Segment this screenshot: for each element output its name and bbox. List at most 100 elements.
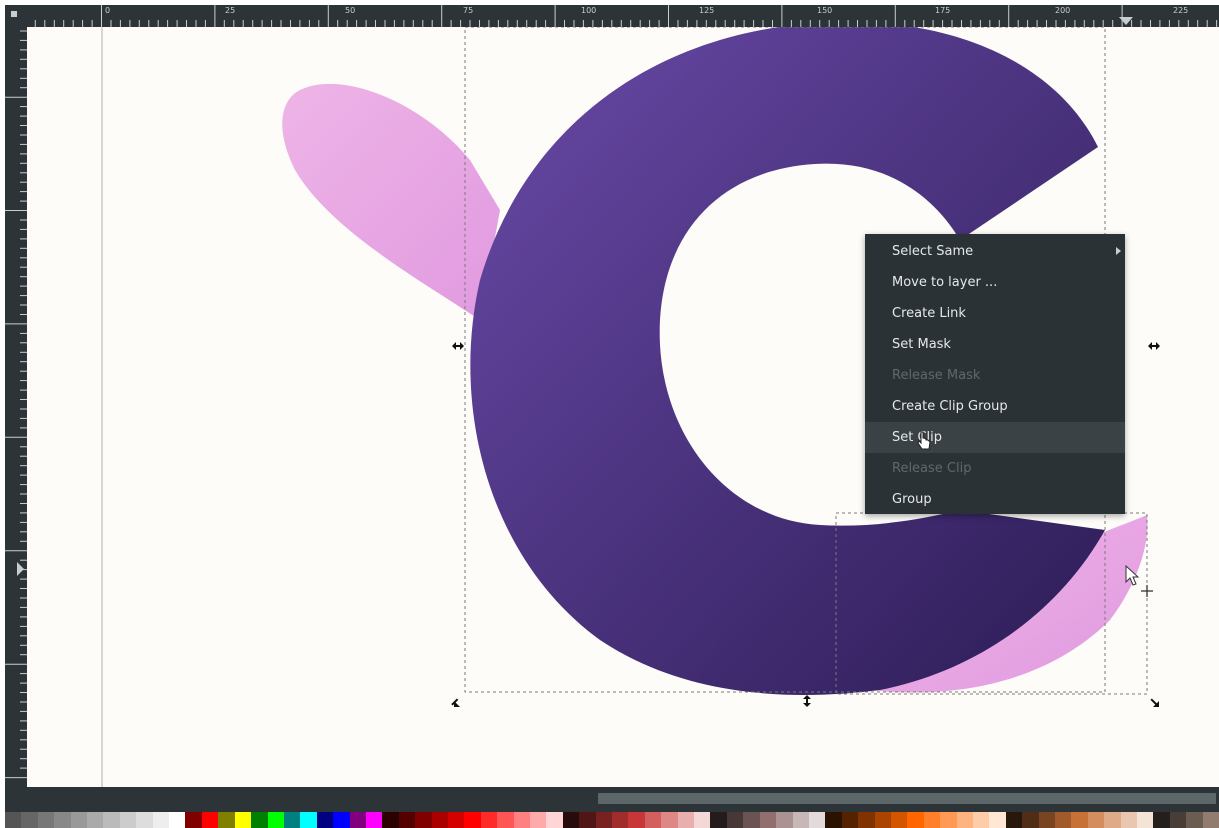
color-swatch[interactable] bbox=[661, 812, 678, 828]
color-swatch[interactable] bbox=[858, 812, 875, 828]
color-swatch[interactable] bbox=[218, 812, 235, 828]
color-swatch[interactable] bbox=[759, 812, 777, 828]
color-swatch[interactable] bbox=[169, 812, 186, 828]
color-swatch[interactable] bbox=[267, 812, 284, 828]
scale-arrow-icon[interactable] bbox=[1148, 342, 1160, 350]
color-swatch[interactable] bbox=[234, 812, 252, 828]
color-swatch[interactable] bbox=[694, 812, 711, 828]
color-swatch[interactable] bbox=[628, 812, 645, 828]
color-swatch[interactable] bbox=[1022, 812, 1039, 828]
color-swatch[interactable] bbox=[480, 812, 498, 828]
menu-item-group[interactable]: Group bbox=[865, 484, 1125, 515]
color-swatch[interactable] bbox=[316, 812, 334, 828]
color-swatch[interactable] bbox=[431, 812, 448, 828]
color-swatch[interactable] bbox=[152, 812, 170, 828]
context-menu[interactable]: Select Same Move to layer ... Create Lin… bbox=[865, 234, 1125, 514]
color-swatch[interactable] bbox=[1169, 812, 1187, 828]
color-swatch[interactable] bbox=[710, 812, 727, 828]
color-swatch[interactable] bbox=[349, 812, 366, 828]
horizontal-scrollbar[interactable] bbox=[598, 793, 1216, 804]
scale-arrow-icon[interactable] bbox=[1150, 698, 1159, 707]
color-palette[interactable] bbox=[5, 812, 1219, 828]
color-swatch[interactable] bbox=[447, 812, 465, 828]
color-swatch[interactable] bbox=[398, 812, 416, 828]
color-swatch[interactable] bbox=[300, 812, 317, 828]
color-swatch[interactable] bbox=[70, 812, 88, 828]
hand-cursor-icon bbox=[917, 431, 931, 450]
color-swatch[interactable] bbox=[956, 812, 973, 828]
color-swatch[interactable] bbox=[612, 812, 629, 828]
vertical-ruler[interactable] bbox=[5, 27, 27, 787]
color-swatch[interactable] bbox=[808, 812, 826, 828]
scale-arrow-icon[interactable] bbox=[803, 695, 811, 707]
color-swatch[interactable] bbox=[644, 812, 662, 828]
inkscape-window: 0 25 50 75 100 125 150 175 200 225 Selec… bbox=[0, 0, 1219, 828]
color-swatch[interactable] bbox=[333, 812, 350, 828]
color-swatch[interactable] bbox=[1055, 812, 1072, 828]
color-swatch[interactable] bbox=[497, 812, 514, 828]
color-swatch[interactable] bbox=[923, 812, 941, 828]
menu-item-set-mask[interactable]: Set Mask bbox=[865, 329, 1125, 360]
color-swatch[interactable] bbox=[907, 812, 924, 828]
color-swatch[interactable] bbox=[185, 812, 202, 828]
color-swatch[interactable] bbox=[1071, 812, 1088, 828]
ruler-corner[interactable] bbox=[5, 5, 27, 27]
pink-leaf-shape[interactable] bbox=[282, 83, 500, 320]
scale-arrow-icon[interactable] bbox=[451, 698, 460, 707]
color-swatch[interactable] bbox=[1005, 812, 1023, 828]
color-swatch[interactable] bbox=[579, 812, 596, 828]
color-swatch[interactable] bbox=[1087, 812, 1105, 828]
color-swatch[interactable] bbox=[513, 812, 530, 828]
color-swatch[interactable] bbox=[972, 812, 990, 828]
color-swatch[interactable] bbox=[1137, 812, 1154, 828]
menu-item-move-to-layer[interactable]: Move to layer ... bbox=[865, 267, 1125, 298]
color-swatch[interactable] bbox=[54, 812, 71, 828]
color-swatch[interactable] bbox=[792, 812, 809, 828]
ruler-label: 0 bbox=[105, 6, 111, 15]
color-swatch[interactable] bbox=[5, 812, 22, 828]
color-swatch[interactable] bbox=[37, 812, 55, 828]
scale-arrow-icon[interactable] bbox=[452, 342, 464, 350]
color-swatch[interactable] bbox=[562, 812, 580, 828]
menu-item-label: Group bbox=[892, 492, 932, 507]
color-swatch[interactable] bbox=[103, 812, 120, 828]
color-swatch[interactable] bbox=[1186, 812, 1203, 828]
color-swatch[interactable] bbox=[365, 812, 383, 828]
color-swatch[interactable] bbox=[464, 812, 481, 828]
color-swatch[interactable] bbox=[1038, 812, 1055, 828]
color-swatch[interactable] bbox=[201, 812, 219, 828]
color-swatch[interactable] bbox=[595, 812, 613, 828]
color-swatch[interactable] bbox=[87, 812, 104, 828]
color-swatch[interactable] bbox=[283, 812, 301, 828]
color-swatch[interactable] bbox=[1153, 812, 1170, 828]
menu-item-label: Release Mask bbox=[892, 368, 981, 383]
color-swatch[interactable] bbox=[21, 812, 38, 828]
color-swatch[interactable] bbox=[1120, 812, 1138, 828]
color-swatch[interactable] bbox=[136, 812, 153, 828]
color-swatch[interactable] bbox=[890, 812, 908, 828]
color-swatch[interactable] bbox=[251, 812, 268, 828]
menu-item-create-clip-group[interactable]: Create Clip Group bbox=[865, 391, 1125, 422]
color-swatch[interactable] bbox=[382, 812, 399, 828]
color-swatch[interactable] bbox=[119, 812, 137, 828]
color-swatch[interactable] bbox=[989, 812, 1006, 828]
color-swatch[interactable] bbox=[825, 812, 842, 828]
menu-item-create-link[interactable]: Create Link bbox=[865, 298, 1125, 329]
ruler-label: 75 bbox=[463, 6, 474, 15]
color-swatch[interactable] bbox=[546, 812, 563, 828]
horizontal-ruler[interactable]: 0 25 50 75 100 125 150 175 200 225 bbox=[5, 5, 1219, 27]
color-swatch[interactable] bbox=[530, 812, 547, 828]
color-swatch[interactable] bbox=[726, 812, 744, 828]
color-swatch[interactable] bbox=[1104, 812, 1121, 828]
ruler-ticks bbox=[5, 30, 27, 779]
color-swatch[interactable] bbox=[677, 812, 695, 828]
color-swatch[interactable] bbox=[940, 812, 957, 828]
color-swatch[interactable] bbox=[1202, 812, 1219, 828]
color-swatch[interactable] bbox=[874, 812, 891, 828]
color-swatch[interactable] bbox=[841, 812, 859, 828]
color-swatch[interactable] bbox=[743, 812, 760, 828]
color-swatch[interactable] bbox=[776, 812, 793, 828]
menu-item-select-same[interactable]: Select Same bbox=[865, 236, 1125, 267]
menu-item-set-clip[interactable]: Set Clip bbox=[865, 422, 1125, 453]
color-swatch[interactable] bbox=[415, 812, 432, 828]
